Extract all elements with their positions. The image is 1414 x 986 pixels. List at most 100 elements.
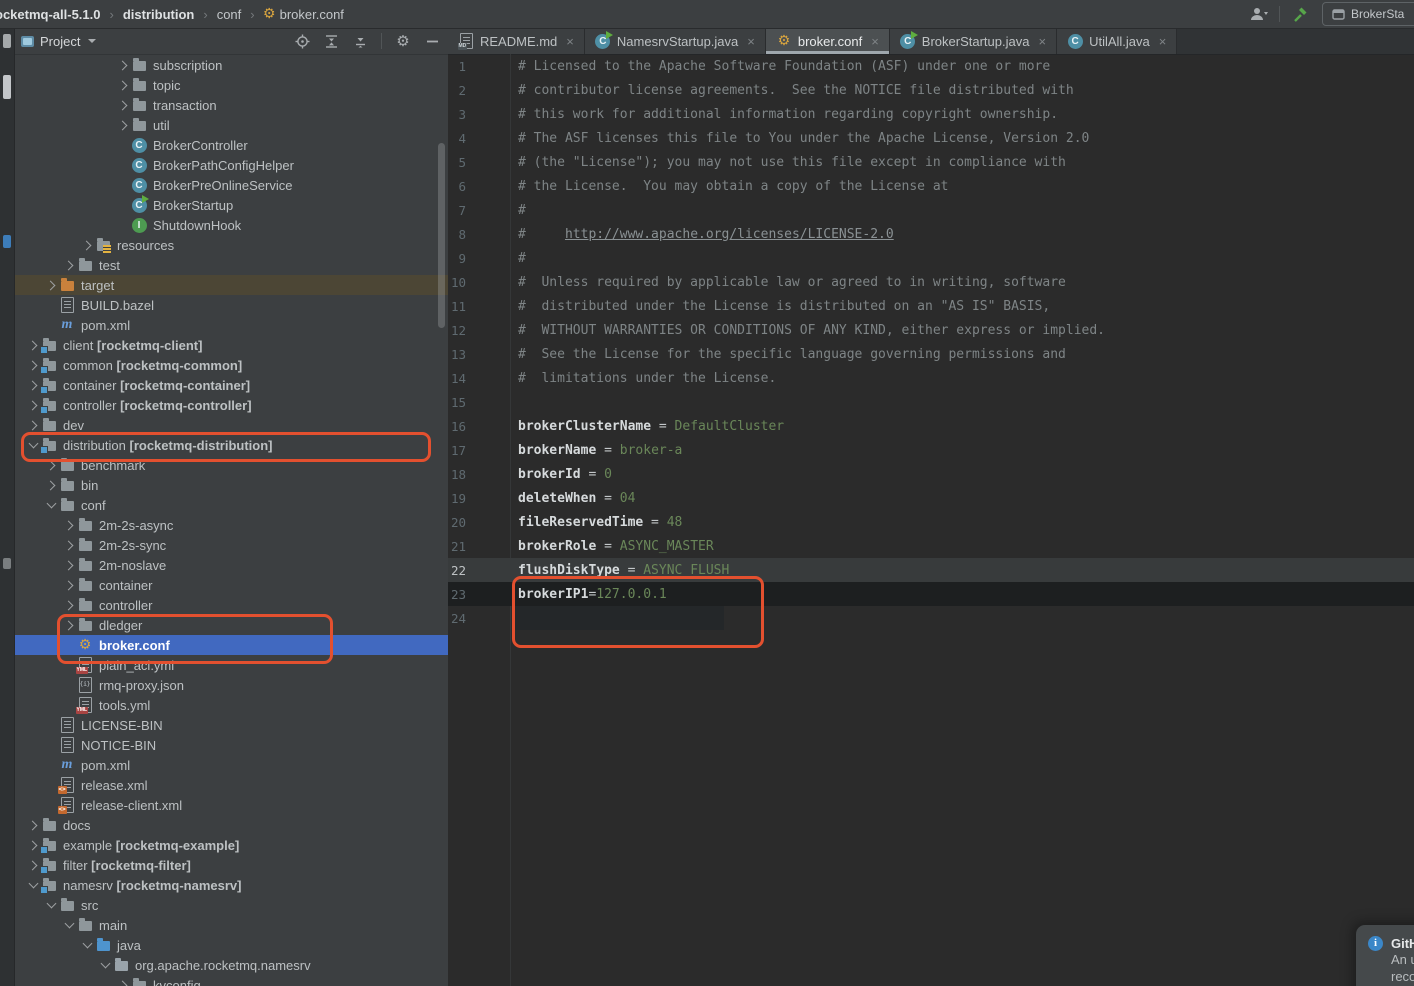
tool-window-button[interactable] [3,558,11,569]
breadcrumb-item[interactable]: distribution [123,7,195,22]
tree-item[interactable]: CBrokerPathConfigHelper [14,155,448,175]
settings-gear-icon[interactable]: ⚙ [394,32,412,50]
locate-icon[interactable] [293,32,311,50]
code-line[interactable]: 4# The ASF licenses this file to You und… [448,126,1414,150]
chevron-right-icon[interactable] [116,982,131,986]
chevron-right-icon[interactable] [116,82,131,89]
code-line[interactable]: 11# distributed under the License is dis… [448,294,1414,318]
close-tab-icon[interactable]: × [1159,34,1167,49]
tree-item[interactable]: target [14,275,448,295]
tree-item[interactable]: test [14,255,448,275]
close-tab-icon[interactable]: × [1038,34,1046,49]
chevron-right-icon[interactable] [62,622,77,629]
tree-item[interactable]: dledger [14,615,448,635]
tree-item[interactable]: tools.yml [14,695,448,715]
tree-item[interactable]: plain_acl.yml [14,655,448,675]
code-line[interactable]: 7# [448,198,1414,222]
tree-item[interactable]: LICENSE-BIN [14,715,448,735]
code-line[interactable]: 2# contributor license agreements. See t… [448,78,1414,102]
chevron-right-icon[interactable] [62,262,77,269]
tree-scrollbar-thumb[interactable] [438,143,445,328]
tree-item[interactable]: namesrv [rocketmq-namesrv] [14,875,448,895]
tree-item[interactable]: ⚙broker.conf [14,635,448,655]
code-editor[interactable]: 1# Licensed to the Apache Software Found… [448,54,1414,986]
tree-item[interactable]: container [rocketmq-container] [14,375,448,395]
code-line[interactable]: 3# this work for additional information … [448,102,1414,126]
code-line[interactable]: 18brokerId = 0 [448,462,1414,486]
code-line[interactable]: 15 [448,390,1414,414]
tree-item[interactable]: release-client.xml [14,795,448,815]
chevron-right-icon[interactable] [44,482,59,489]
chevron-right-icon[interactable] [26,862,41,869]
close-tab-icon[interactable]: × [747,34,755,49]
tree-item[interactable]: src [14,895,448,915]
close-tab-icon[interactable]: × [566,34,574,49]
chevron-right-icon[interactable] [26,402,41,409]
chevron-right-icon[interactable] [26,822,41,829]
tree-item[interactable]: container [14,575,448,595]
code-line[interactable]: 22flushDiskType = ASYNC_FLUSH [448,558,1414,582]
chevron-down-icon[interactable] [62,923,77,927]
tree-item[interactable]: controller [14,595,448,615]
tree-item[interactable]: mpom.xml [14,315,448,335]
tree-item[interactable]: subscription [14,55,448,75]
collapse-all-icon[interactable] [351,32,369,50]
chevron-right-icon[interactable] [26,422,41,429]
code-line[interactable]: 19deleteWhen = 04 [448,486,1414,510]
expand-all-icon[interactable] [322,32,340,50]
code-line[interactable]: 12# WITHOUT WARRANTIES OR CONDITIONS OF … [448,318,1414,342]
notification-popup[interactable]: i GitH An u reco [1356,925,1414,986]
breadcrumb-item[interactable]: ocketmq-all-5.1.0 [0,7,101,22]
tree-item[interactable]: transaction [14,95,448,115]
breadcrumb-item[interactable]: conf [217,7,242,22]
code-line[interactable]: 13# See the License for the specific lan… [448,342,1414,366]
chevron-down-icon[interactable] [44,503,59,507]
tree-item[interactable]: CBrokerPreOnlineService [14,175,448,195]
chevron-right-icon[interactable] [116,122,131,129]
chevron-down-icon[interactable] [98,963,113,967]
tree-item[interactable]: BUILD.bazel [14,295,448,315]
tree-item[interactable]: client [rocketmq-client] [14,335,448,355]
chevron-right-icon[interactable] [80,242,95,249]
tree-item[interactable]: docs [14,815,448,835]
chevron-right-icon[interactable] [62,522,77,529]
tree-item[interactable]: IShutdownHook [14,215,448,235]
editor-tab[interactable]: ⚙broker.conf× [766,28,890,54]
hide-panel-icon[interactable] [423,32,441,50]
chevron-down-icon[interactable] [88,39,96,43]
code-line[interactable]: 10# Unless required by applicable law or… [448,270,1414,294]
tree-item[interactable]: conf [14,495,448,515]
chevron-right-icon[interactable] [116,102,131,109]
chevron-right-icon[interactable] [26,842,41,849]
tree-item[interactable]: controller [rocketmq-controller] [14,395,448,415]
chevron-right-icon[interactable] [44,282,59,289]
tree-item[interactable]: resources [14,235,448,255]
chevron-right-icon[interactable] [26,382,41,389]
tool-window-button[interactable] [3,235,11,248]
tree-item[interactable]: CBrokerController [14,135,448,155]
run-configuration-select[interactable]: BrokerSta [1322,2,1414,26]
tree-item[interactable]: mpom.xml [14,755,448,775]
tree-item[interactable]: CBrokerStartup [14,195,448,215]
code-line[interactable]: 1# Licensed to the Apache Software Found… [448,54,1414,78]
tool-window-button[interactable] [3,75,11,99]
tree-item[interactable]: rmq-proxy.json [14,675,448,695]
chevron-down-icon[interactable] [26,443,41,447]
tree-item[interactable]: topic [14,75,448,95]
tree-item[interactable]: java [14,935,448,955]
breadcrumb-item[interactable]: ⚙broker.conf [264,6,344,22]
tree-item[interactable]: distribution [rocketmq-distribution] [14,435,448,455]
tool-window-button[interactable] [3,34,11,48]
tree-item[interactable]: 2m-2s-sync [14,535,448,555]
code-line[interactable]: 21brokerRole = ASYNC_MASTER [448,534,1414,558]
code-line[interactable]: 17brokerName = broker-a [448,438,1414,462]
tree-item[interactable]: 2m-2s-async [14,515,448,535]
tree-item[interactable]: release.xml [14,775,448,795]
code-line[interactable]: 20fileReservedTime = 48 [448,510,1414,534]
chevron-right-icon[interactable] [62,582,77,589]
tree-item[interactable]: org.apache.rocketmq.namesrv [14,955,448,975]
code-line[interactable]: 8# http://www.apache.org/licenses/LICENS… [448,222,1414,246]
tree-item[interactable]: dev [14,415,448,435]
code-line[interactable]: 5# (the "License"); you may not use this… [448,150,1414,174]
tree-item[interactable]: bin [14,475,448,495]
